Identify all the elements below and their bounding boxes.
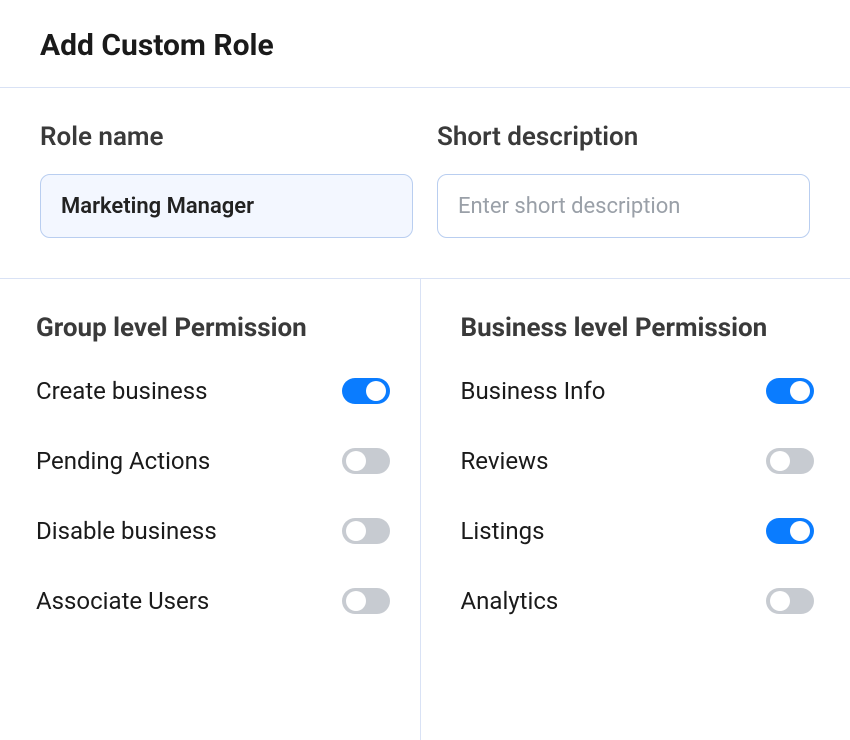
add-custom-role-card: Add Custom Role Role name Short descript… — [0, 0, 850, 740]
permission-label: Business Info — [461, 377, 606, 405]
permission-row-associate-users: Associate Users — [36, 587, 390, 615]
toggle-disable-business[interactable] — [342, 518, 390, 544]
permission-label: Disable business — [36, 517, 217, 545]
permission-row-listings: Listings — [461, 517, 815, 545]
permission-row-analytics: Analytics — [461, 587, 815, 615]
role-name-input[interactable] — [40, 174, 413, 238]
group-permissions-column: Group level Permission Create business P… — [0, 279, 421, 740]
toggle-associate-users[interactable] — [342, 588, 390, 614]
permission-row-pending-actions: Pending Actions — [36, 447, 390, 475]
toggle-reviews[interactable] — [766, 448, 814, 474]
toggle-analytics[interactable] — [766, 588, 814, 614]
permission-label: Listings — [461, 517, 545, 545]
toggle-pending-actions[interactable] — [342, 448, 390, 474]
toggle-listings[interactable] — [766, 518, 814, 544]
form-section: Role name Short description — [0, 88, 850, 278]
page-title: Add Custom Role — [40, 28, 810, 63]
permission-label: Create business — [36, 377, 208, 405]
permission-label: Pending Actions — [36, 447, 210, 475]
header: Add Custom Role — [0, 0, 850, 87]
description-label: Short description — [437, 122, 810, 152]
description-group: Short description — [437, 122, 810, 238]
permission-row-disable-business: Disable business — [36, 517, 390, 545]
business-permissions-column: Business level Permission Business Info … — [421, 279, 850, 740]
permissions-section: Group level Permission Create business P… — [0, 279, 850, 740]
permission-row-create-business: Create business — [36, 377, 390, 405]
permission-label: Associate Users — [36, 587, 209, 615]
toggle-create-business[interactable] — [342, 378, 390, 404]
toggle-business-info[interactable] — [766, 378, 814, 404]
permission-row-reviews: Reviews — [461, 447, 815, 475]
role-name-label: Role name — [40, 122, 413, 152]
permission-label: Reviews — [461, 447, 549, 475]
permission-label: Analytics — [461, 587, 559, 615]
permission-row-business-info: Business Info — [461, 377, 815, 405]
business-permissions-title: Business level Permission — [461, 313, 815, 343]
group-permissions-title: Group level Permission — [36, 313, 390, 343]
role-name-group: Role name — [40, 122, 413, 238]
description-input[interactable] — [437, 174, 810, 238]
